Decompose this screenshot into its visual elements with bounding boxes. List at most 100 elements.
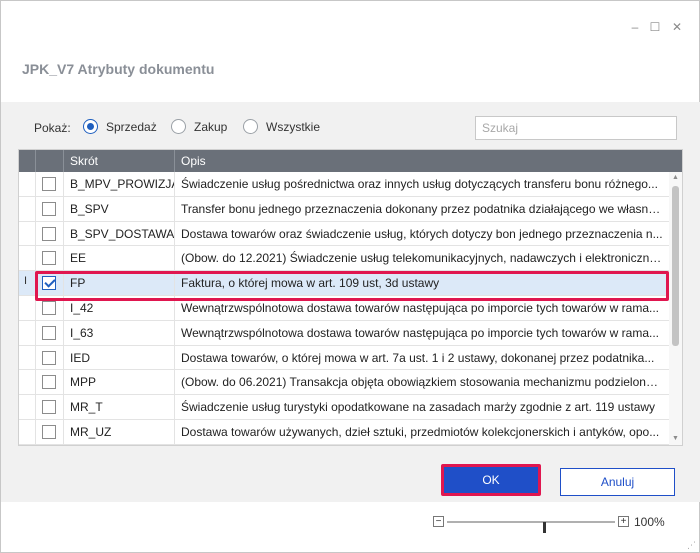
scroll-down-icon[interactable]: ▼ xyxy=(669,433,682,445)
zoom-in-icon[interactable]: + xyxy=(618,516,629,527)
cell-skrot: I_63 xyxy=(64,320,175,345)
cell-skrot: B_SPV_DOSTAWA xyxy=(64,221,175,246)
cell-skrot: I_42 xyxy=(64,296,175,320)
cell-skrot: MPP xyxy=(64,370,175,395)
table-row[interactable]: B_MPV_PROWIZJA Świadczenie usług pośredni… xyxy=(19,172,669,197)
dialog-window: – ☐ ✕ JPK_V7 Atrybuty dokumentu Pokaż: S… xyxy=(0,0,700,553)
row-checkbox-cell xyxy=(36,420,64,444)
radio-zakup[interactable]: Zakup xyxy=(171,119,227,134)
row-checkbox[interactable] xyxy=(42,251,56,266)
resize-grip-icon[interactable]: ⋰ xyxy=(687,540,696,551)
radio-label: Wszystkie xyxy=(266,119,320,134)
cell-skrot: MR_T xyxy=(64,395,175,419)
row-checkbox[interactable] xyxy=(42,350,56,365)
row-indicator xyxy=(19,196,36,221)
header-indicator xyxy=(19,150,36,172)
table-row[interactable]: B_SPV Transfer bonu jednego przeznaczenia… xyxy=(19,196,669,222)
scroll-thumb[interactable] xyxy=(672,186,679,346)
table-row[interactable]: MR_UZ Dostawa towarów używanych, dzieł sz… xyxy=(19,420,669,445)
ok-button[interactable]: OK xyxy=(444,467,538,493)
cell-opis: Świadczenie usług turystyki opodatkowane… xyxy=(181,400,656,415)
cell-skrot: FP xyxy=(64,271,175,295)
row-checkbox-cell xyxy=(36,271,64,295)
row-indicator xyxy=(19,345,36,370)
row-checkbox[interactable] xyxy=(42,177,56,191)
table-header: Skrót Opis xyxy=(19,150,682,172)
cell-opis: Transfer bonu jednego przeznaczenia doko… xyxy=(181,201,664,216)
row-indicator xyxy=(19,296,36,320)
row-indicator xyxy=(19,370,36,395)
cell-opis: Dostawa towarów używanych, dzieł sztuki,… xyxy=(181,425,660,439)
row-checkbox[interactable] xyxy=(42,301,56,315)
row-checkbox[interactable] xyxy=(42,375,56,390)
radio-dot[interactable] xyxy=(243,119,258,134)
row-indicator: I xyxy=(19,271,36,295)
vertical-scrollbar[interactable]: ▲ ▼ xyxy=(669,172,682,445)
table-row[interactable]: MR_T Świadczenie usług turystyki opodatko… xyxy=(19,395,669,420)
table-row[interactable]: B_SPV_DOSTAWA Dostawa towarów oraz świadc… xyxy=(19,221,669,247)
cell-skrot: B_SPV xyxy=(64,196,175,221)
text-cursor-icon: I xyxy=(24,275,28,288)
attributes-table: Skrót Opis B_MPV_PROWIZJA Świadczenie usł… xyxy=(18,149,683,446)
highlight-frame-ok: OK xyxy=(441,464,541,496)
row-checkbox-cell xyxy=(36,345,64,370)
row-checkbox-cell xyxy=(36,246,64,271)
table-row[interactable]: I_42 Wewnątrzwspólnotowa dostawa towarów … xyxy=(19,296,669,321)
table-row[interactable]: EE (Obow. do 12.2021) Świadczenie usług t… xyxy=(19,246,669,272)
zoom-out-icon[interactable]: − xyxy=(433,516,444,527)
cell-opis: (Obow. do 06.2021) Transakcja objęta obo… xyxy=(181,375,666,390)
row-checkbox-cell xyxy=(36,320,64,345)
row-checkbox[interactable] xyxy=(42,425,56,439)
cell-opis: Wewnątrzwspólnotowa dostawa towarów nast… xyxy=(181,301,659,315)
radio-label: Sprzedaż xyxy=(106,119,157,134)
row-indicator xyxy=(19,320,36,345)
scroll-up-icon[interactable]: ▲ xyxy=(669,172,682,184)
row-checkbox-cell xyxy=(36,296,64,320)
table-row[interactable]: I_63 Wewnątrzwspólnotowa dostawa towarów … xyxy=(19,320,669,346)
header-opis[interactable]: Opis xyxy=(175,150,682,172)
row-checkbox[interactable] xyxy=(42,226,56,241)
cell-opis: Faktura, o której mowa w art. 109 ust, 3… xyxy=(181,276,440,291)
row-indicator xyxy=(19,246,36,271)
row-checkbox[interactable] xyxy=(42,276,56,291)
row-indicator xyxy=(19,395,36,419)
close-icon[interactable]: ✕ xyxy=(669,19,685,35)
cell-opis: Świadczenie usług pośrednictwa oraz inny… xyxy=(181,177,658,191)
row-checkbox-cell xyxy=(36,196,64,221)
radio-sprzedaz[interactable]: Sprzedaż xyxy=(83,119,157,134)
table-row[interactable]: I FP Faktura, o której mowa w art. 109 ust… xyxy=(19,271,669,296)
header-skrot[interactable]: Skrót xyxy=(64,150,175,172)
cell-opis: Dostawa towarów, o której mowa w art. 7a… xyxy=(181,350,655,365)
zoom-slider-thumb[interactable] xyxy=(543,522,546,533)
row-checkbox-cell xyxy=(36,395,64,419)
cell-opis: Dostawa towarów oraz świadczenie usług, … xyxy=(181,226,663,241)
radio-wszystkie[interactable]: Wszystkie xyxy=(243,119,320,134)
row-checkbox[interactable] xyxy=(42,325,56,340)
cell-skrot: B_MPV_PROWIZJA xyxy=(64,172,175,196)
cancel-button[interactable]: Anuluj xyxy=(560,468,675,496)
cell-opis: Wewnątrzwspólnotowa dostawa towarów nast… xyxy=(181,325,659,340)
radio-dot[interactable] xyxy=(171,119,186,134)
row-indicator xyxy=(19,172,36,196)
zoom-slider[interactable] xyxy=(447,521,615,533)
row-checkbox-cell xyxy=(36,221,64,246)
radio-dot[interactable] xyxy=(83,119,98,134)
header-checkbox[interactable] xyxy=(36,150,64,172)
dialog-title: JPK_V7 Atrybuty dokumentu xyxy=(22,61,215,77)
cell-skrot: MR_UZ xyxy=(64,420,175,444)
row-checkbox-cell xyxy=(36,370,64,395)
cell-skrot: IED xyxy=(64,345,175,370)
show-label: Pokaż: xyxy=(34,121,71,135)
table-row[interactable]: IED Dostawa towarów, o której mowa w art.… xyxy=(19,345,669,371)
row-checkbox-cell xyxy=(36,172,64,196)
cell-skrot: EE xyxy=(64,246,175,271)
maximize-icon[interactable]: ☐ xyxy=(647,19,663,35)
cell-opis: (Obow. do 12.2021) Świadczenie usług tel… xyxy=(181,251,665,266)
row-checkbox[interactable] xyxy=(42,400,56,415)
minimize-icon[interactable]: – xyxy=(627,19,643,35)
search-input[interactable] xyxy=(475,116,677,140)
filter-bar: Pokaż: Sprzedaż Zakup Wszystkie xyxy=(18,109,683,149)
zoom-control: − + 100% xyxy=(433,515,673,533)
table-row[interactable]: MPP (Obow. do 06.2021) Transakcja objęta … xyxy=(19,370,669,396)
row-checkbox[interactable] xyxy=(42,201,56,216)
